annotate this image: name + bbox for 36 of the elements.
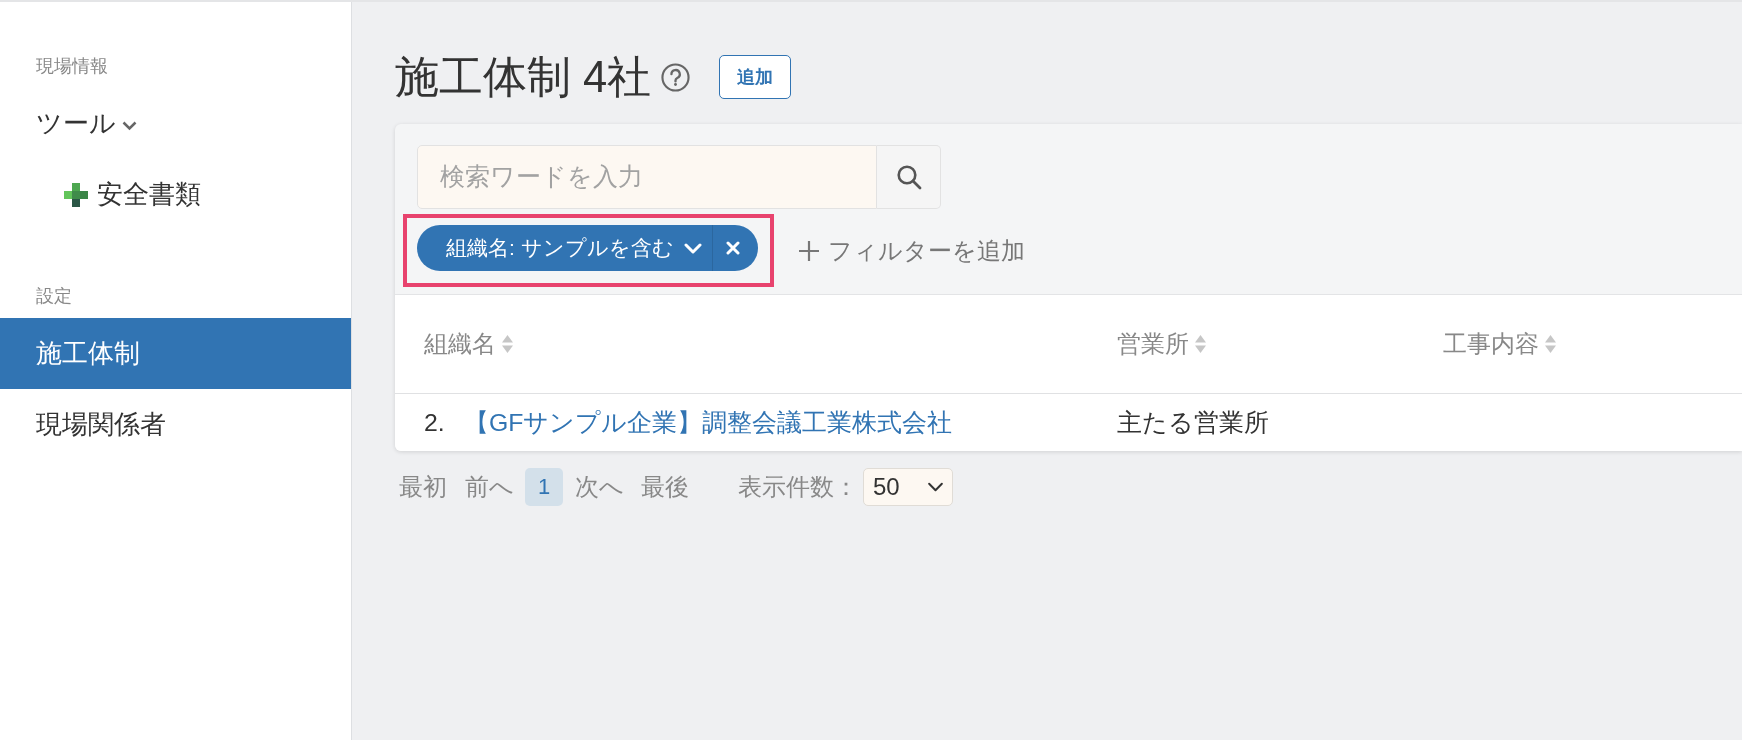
section-heading: 現場情報 — [35, 56, 109, 76]
sort-icon — [502, 335, 513, 353]
page-size-select[interactable]: 50 — [863, 468, 953, 506]
section-heading: 設定 — [35, 286, 73, 306]
page-size-label: 表示件数： — [738, 472, 858, 502]
chevron-icon — [927, 482, 944, 492]
page-title: 施工体制 4社 — [395, 52, 652, 102]
last-page-link[interactable]: 最後 — [641, 471, 689, 503]
search-button[interactable] — [877, 145, 941, 209]
nav-item[interactable]: 安全書類 — [0, 159, 351, 230]
sort-icon — [1195, 335, 1206, 353]
table-cell-text: 主たる営業所 — [1117, 408, 1269, 438]
organization-link[interactable]: 【GFサンプル企業】調整会議工業株式会社 — [464, 406, 953, 439]
add-filter-button[interactable]: フィルターを追加 — [798, 234, 1025, 267]
nav-item[interactable]: ツール — [0, 88, 351, 159]
column-header[interactable]: 組織名 — [424, 328, 513, 360]
column-header[interactable]: 工事内容 — [1443, 328, 1556, 360]
page-button[interactable]: 1 — [525, 468, 563, 506]
column-header[interactable]: 営業所 — [1117, 328, 1206, 360]
sort-icon — [1545, 335, 1556, 353]
next-page-link[interactable]: 次へ — [575, 471, 624, 503]
close-icon — [726, 241, 741, 255]
caret-icon — [683, 242, 702, 254]
plus-icon — [798, 240, 819, 261]
first-page-link[interactable]: 最初 — [399, 471, 447, 503]
previous-page-link[interactable]: 前へ — [465, 471, 514, 503]
filter-chip[interactable]: 組織名: サンプルを含む — [417, 225, 712, 271]
help-icon[interactable] — [661, 62, 691, 92]
search-icon — [895, 164, 922, 190]
nav-item[interactable]: 施工体制 — [0, 318, 351, 389]
add-button[interactable]: 追加 — [719, 55, 792, 99]
search-field[interactable]: 検索ワードを入力 — [417, 145, 877, 209]
remove-filter-button[interactable] — [711, 225, 758, 271]
cross-icon — [64, 182, 88, 207]
nav-item[interactable]: 現場関係者 — [0, 389, 351, 460]
row-number: 2. — [424, 408, 446, 437]
